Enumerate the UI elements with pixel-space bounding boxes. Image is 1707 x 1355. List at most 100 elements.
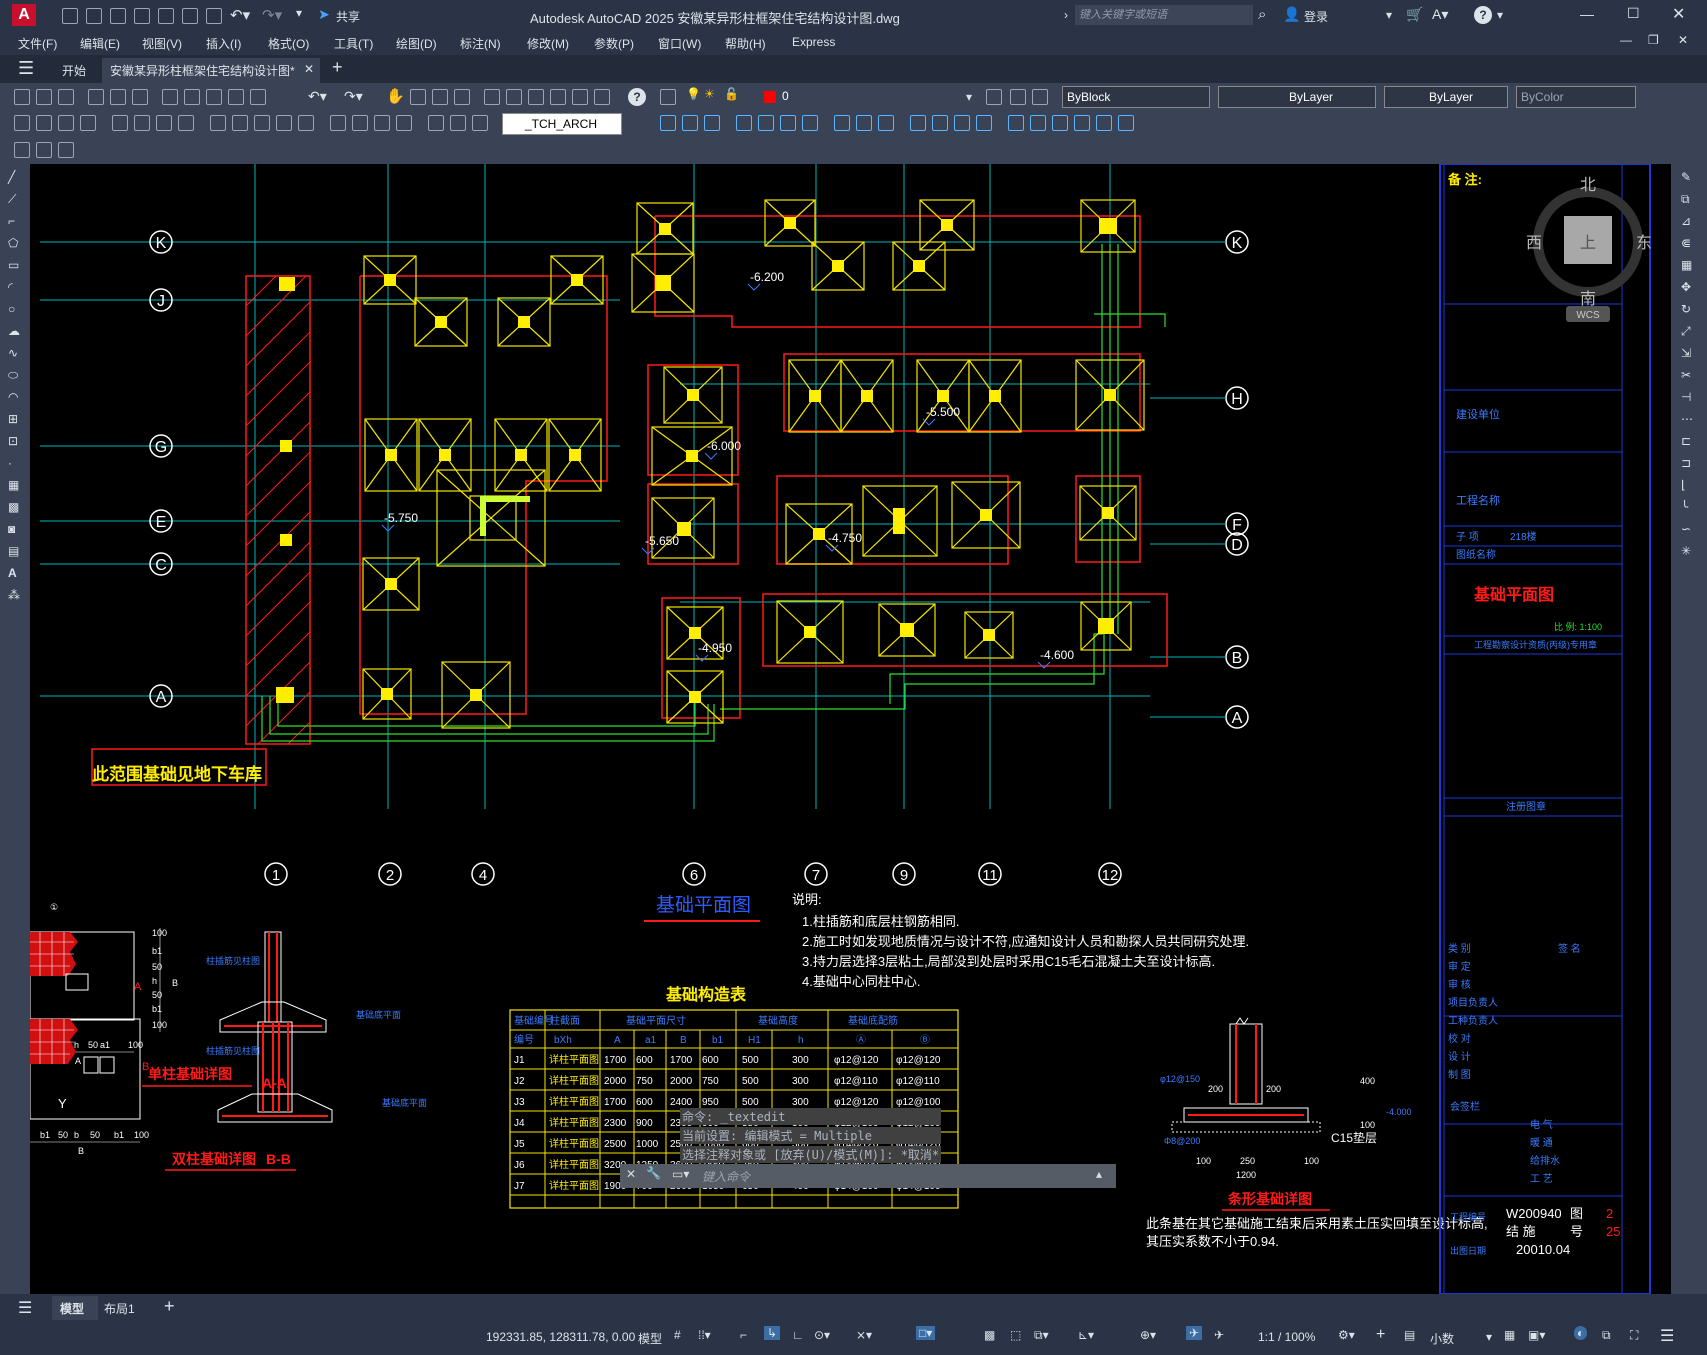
menu-format[interactable]: 格式(O) <box>268 35 309 52</box>
mirror-icon[interactable]: ⊿ <box>1681 214 1691 228</box>
share-icon[interactable]: ➤ <box>318 6 330 23</box>
undo-icon[interactable]: ↶▾ <box>230 6 250 24</box>
3d-array-icon[interactable] <box>1096 115 1112 131</box>
redo-icon[interactable]: ↷▾ <box>344 88 363 105</box>
quick-properties-icon[interactable]: ▦ <box>1504 1328 1515 1342</box>
union-icon[interactable] <box>834 115 850 131</box>
grid-icon[interactable]: # <box>674 1328 681 1342</box>
dim-update-icon[interactable] <box>472 115 488 131</box>
search-icon[interactable]: ⌕ <box>1258 6 1266 23</box>
login-dropdown-icon[interactable]: ▾ <box>1386 8 1392 22</box>
menu-insert[interactable]: 插入(I) <box>206 35 241 52</box>
hatch-icon[interactable]: ▦ <box>8 478 19 492</box>
insert-block-icon[interactable]: ⊞ <box>8 412 18 426</box>
help-dropdown-icon[interactable]: ▾ <box>1497 8 1503 22</box>
graphics-performance-icon[interactable]: ⧉ <box>1602 1328 1611 1343</box>
app-logo[interactable]: A <box>12 4 36 26</box>
quick-props-icon[interactable]: ⬚ <box>1010 1328 1021 1342</box>
3d-revolve-icon[interactable] <box>758 115 774 131</box>
point-icon[interactable]: · <box>8 456 12 470</box>
layer-dropdown-arrow-icon[interactable]: ▾ <box>966 90 972 104</box>
angular-dim-icon[interactable] <box>178 115 194 131</box>
add-layout-button[interactable]: + <box>164 1296 175 1317</box>
extend-icon[interactable]: ⊣ <box>1681 390 1691 404</box>
dim-space-icon[interactable] <box>276 115 292 131</box>
layer-on-icon[interactable]: 💡 <box>686 87 701 101</box>
rotate-icon[interactable]: ↻ <box>1681 302 1691 316</box>
cart-icon[interactable]: 🛒 <box>1406 6 1423 23</box>
polyline-icon[interactable]: ⌐ <box>8 214 15 228</box>
menu-dimension[interactable]: 标注(N) <box>460 35 501 52</box>
linear-dim-icon[interactable] <box>14 115 30 131</box>
quick-dim-icon[interactable] <box>210 115 226 131</box>
break-icon[interactable]: ⊏ <box>1681 434 1691 448</box>
units-dropdown[interactable]: 小数 <box>1430 1330 1454 1347</box>
block-editor-icon[interactable] <box>250 89 266 105</box>
coordinates-readout[interactable]: 192331.85, 128311.78, 0.00 <box>486 1330 635 1344</box>
transparency-icon[interactable]: ▩ <box>984 1328 995 1342</box>
circle-icon[interactable]: ○ <box>8 302 15 316</box>
save-icon[interactable] <box>58 89 74 105</box>
revcloud-icon[interactable]: ☁ <box>8 324 20 338</box>
dim-edit-icon[interactable] <box>428 115 444 131</box>
plot-icon[interactable] <box>88 89 104 105</box>
new-icon[interactable] <box>62 8 78 24</box>
dim-text-edit-icon[interactable] <box>450 115 466 131</box>
doc-close-button[interactable]: ✕ <box>1678 33 1688 47</box>
table-icon[interactable] <box>14 142 30 158</box>
hardware-accel-icon[interactable]: ▣▾ <box>1528 1328 1545 1342</box>
open-icon[interactable] <box>36 89 52 105</box>
customize-qat-icon[interactable]: ▾ <box>296 6 302 20</box>
design-center-icon[interactable] <box>506 89 522 105</box>
thicken-icon[interactable] <box>932 115 948 131</box>
layer-freeze-icon[interactable]: ☀ <box>704 87 715 101</box>
linetype-dropdown[interactable]: ByLayer <box>1218 86 1376 108</box>
menu-draw[interactable]: 绘图(D) <box>396 35 437 52</box>
menu-modify[interactable]: 修改(M) <box>527 35 569 52</box>
command-customize-icon[interactable]: 🔧 <box>646 1166 661 1180</box>
mtext-icon[interactable]: A <box>8 566 17 580</box>
construction-line-icon[interactable]: ⟋ <box>8 192 16 207</box>
make-current-icon[interactable] <box>986 89 1002 105</box>
ellipse-icon[interactable]: ⬭ <box>8 368 18 383</box>
layer-previous-icon[interactable] <box>1010 89 1026 105</box>
qnew-icon[interactable] <box>14 89 30 105</box>
tab-start[interactable]: 开始 <box>54 58 100 83</box>
tool-palettes-icon[interactable] <box>528 89 544 105</box>
properties-icon[interactable] <box>484 89 500 105</box>
ortho-icon[interactable]: ⌐ <box>740 1328 747 1342</box>
blend-icon[interactable]: ∽ <box>1681 522 1691 536</box>
menu-parameter[interactable]: 参数(P) <box>594 35 634 52</box>
layout-menu-icon[interactable]: ☰ <box>18 1298 32 1318</box>
3d-loft-icon[interactable] <box>802 115 818 131</box>
chamfer-icon[interactable]: ⌊ <box>1681 478 1686 492</box>
imprint-icon[interactable] <box>954 115 970 131</box>
region-icon[interactable]: ◙ <box>8 522 15 536</box>
new-tab-button[interactable]: + <box>332 57 343 78</box>
break-point-icon[interactable]: ⋯ <box>1681 412 1693 426</box>
annotation-visibility-icon[interactable]: ✈ <box>1186 1326 1203 1340</box>
layer-dropdown[interactable]: 0 <box>778 86 980 108</box>
tab-layout1[interactable]: 布局1 <box>104 1300 135 1317</box>
tolerance-icon[interactable] <box>330 115 346 131</box>
cut-icon[interactable] <box>162 89 178 105</box>
ellipse-arc-icon[interactable]: ◠ <box>8 390 18 404</box>
sheet-set-icon[interactable] <box>550 89 566 105</box>
3d-rotate-icon[interactable] <box>1030 115 1046 131</box>
3d-scale-icon[interactable] <box>1118 115 1134 131</box>
customization-icon[interactable]: ☰ <box>1660 1326 1674 1346</box>
copy-object-icon[interactable]: ⧉ <box>1681 192 1690 207</box>
join-icon[interactable]: ⊐ <box>1681 456 1691 470</box>
3d-mirror-icon[interactable] <box>1074 115 1090 131</box>
redo-icon[interactable]: ↷▾ <box>262 6 282 24</box>
table-export-icon[interactable] <box>36 142 52 158</box>
saveas-icon[interactable] <box>134 8 150 24</box>
autodesk-app-icon[interactable]: A▾ <box>1432 6 1448 23</box>
quickcalc-icon[interactable] <box>594 89 610 105</box>
isodraft-icon[interactable]: ∟ <box>792 1328 804 1342</box>
dim-style-dropdown[interactable]: _TCH_ARCH <box>502 113 622 135</box>
array-icon[interactable]: ▦ <box>1681 258 1692 272</box>
publish-icon[interactable] <box>132 89 148 105</box>
zoom-previous-icon[interactable] <box>454 89 470 105</box>
menu-window[interactable]: 窗口(W) <box>658 35 701 52</box>
